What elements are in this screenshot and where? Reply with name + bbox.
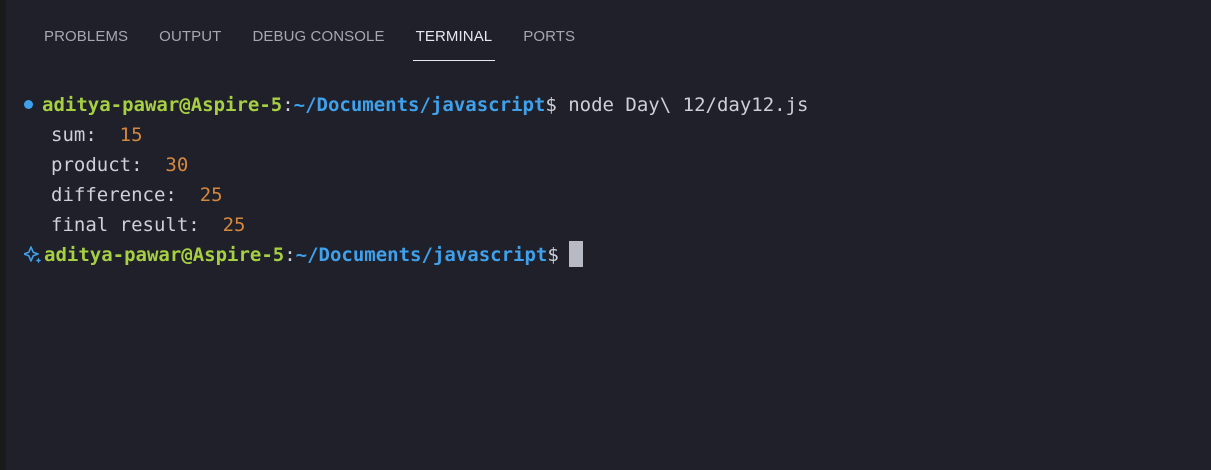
tab-output[interactable]: OUTPUT: [159, 22, 221, 52]
prompt-path: ~/Documents/javascript: [295, 244, 548, 266]
output-label: difference:: [51, 184, 200, 206]
output-line-difference: difference: 25: [24, 180, 1201, 210]
output-label: final result:: [51, 214, 223, 236]
tab-terminal[interactable]: TERMINAL: [412, 22, 495, 61]
sparkle-icon[interactable]: [24, 244, 42, 264]
output-value: 30: [165, 154, 189, 176]
terminal-panel: PROBLEMS OUTPUT DEBUG CONSOLE TERMINAL P…: [0, 0, 1211, 470]
command-text: node Day\ 12/day12.js: [556, 94, 809, 116]
output-label: product:: [51, 154, 166, 176]
output-line-product: product: 30: [24, 150, 1201, 180]
prompt-line: aditya-pawar@Aspire-5:~/Documents/javasc…: [24, 240, 1201, 270]
prompt-dollar: $: [547, 244, 559, 266]
prompt-user-host: aditya-pawar@Aspire-5: [42, 94, 283, 116]
tab-ports[interactable]: PORTS: [523, 22, 575, 52]
panel-tabs: PROBLEMS OUTPUT DEBUG CONSOLE TERMINAL P…: [44, 22, 606, 62]
output-value: 15: [119, 124, 143, 146]
prompt-user-host: aditya-pawar@Aspire-5: [44, 244, 285, 266]
tab-problems[interactable]: PROBLEMS: [44, 22, 128, 52]
text-cursor[interactable]: [568, 241, 583, 267]
prompt-colon: :: [282, 94, 294, 116]
prompt-colon: :: [284, 244, 296, 266]
prompt-dollar: $: [545, 94, 557, 116]
terminal-output[interactable]: aditya-pawar@Aspire-5:~/Documents/javasc…: [24, 90, 1201, 270]
tab-debug-console[interactable]: DEBUG CONSOLE: [252, 22, 384, 52]
command-line: aditya-pawar@Aspire-5:~/Documents/javasc…: [24, 90, 1201, 120]
output-line-sum: sum: 15: [24, 120, 1201, 150]
output-label: sum:: [51, 124, 120, 146]
prompt-path: ~/Documents/javascript: [293, 94, 546, 116]
circle-dot-icon[interactable]: [24, 100, 33, 109]
output-value: 25: [199, 184, 223, 206]
output-value: 25: [222, 214, 246, 236]
output-line-final-result: final result: 25: [24, 210, 1201, 240]
